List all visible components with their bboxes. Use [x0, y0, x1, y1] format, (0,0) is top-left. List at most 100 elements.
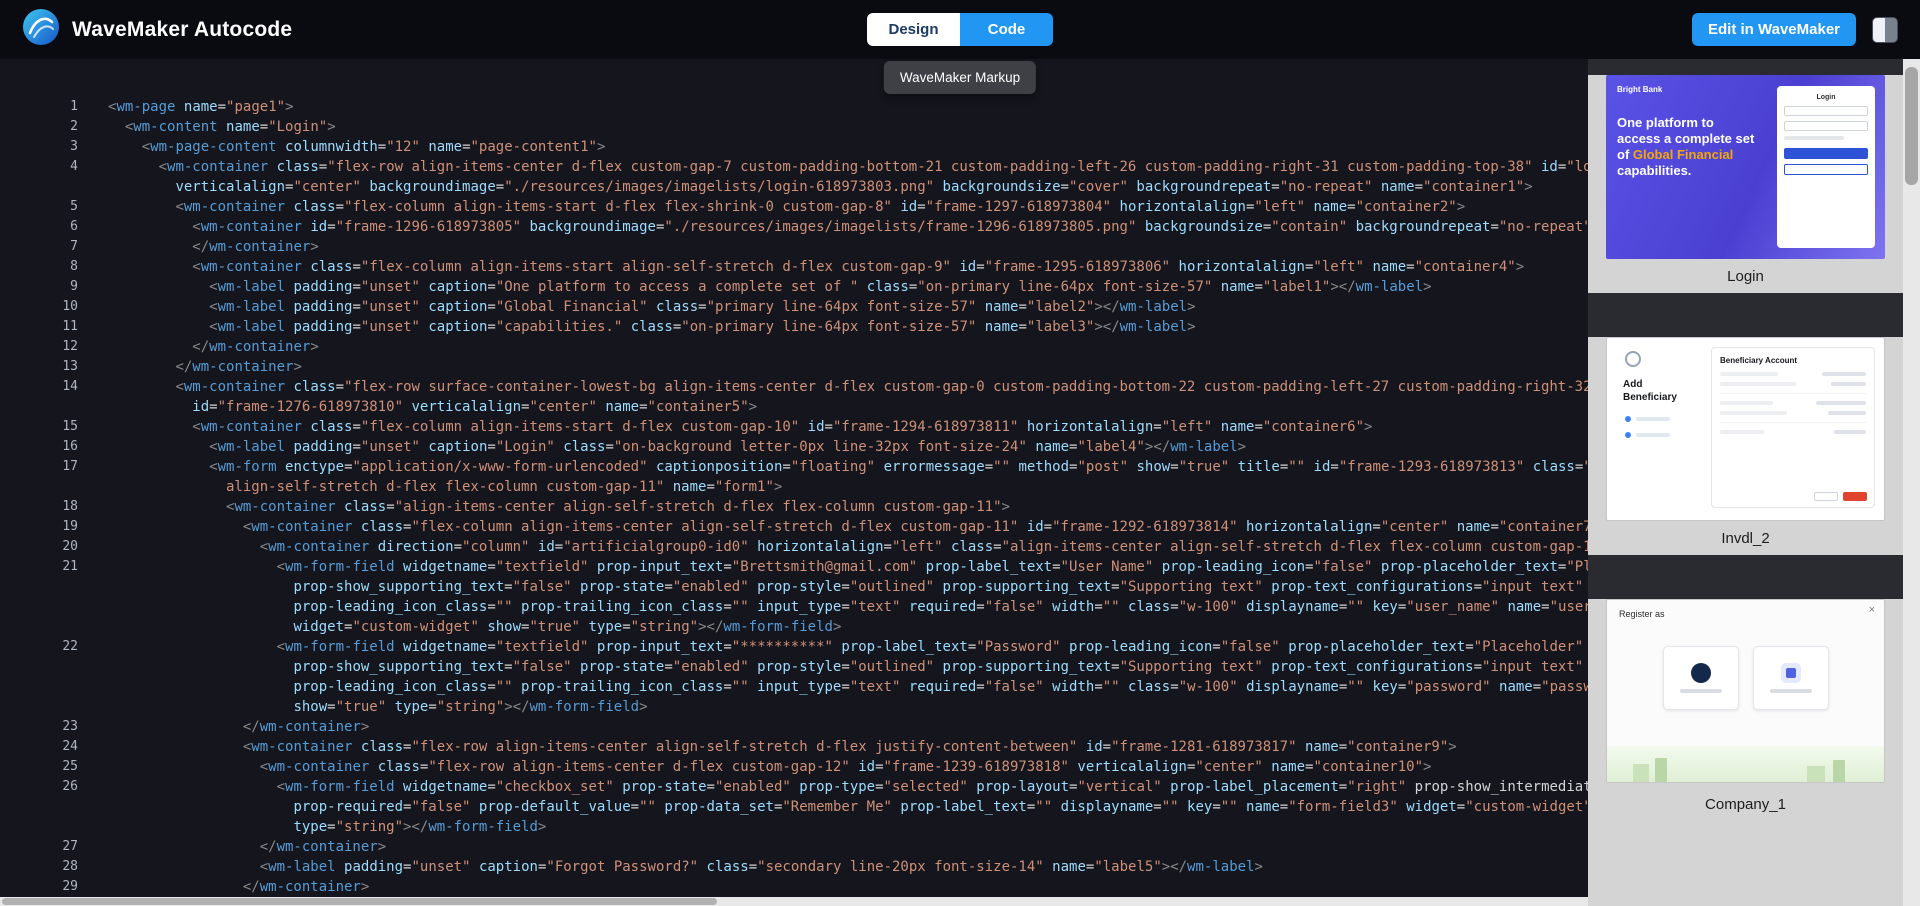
line-number: 17 [0, 457, 78, 477]
page-item-invdl2[interactable]: Add Beneficiary Beneficiary Account [1588, 337, 1903, 555]
horizontal-scrollbar[interactable] [0, 897, 1588, 906]
wavemaker-logo-icon [22, 8, 60, 51]
view-toggle: Design Code [867, 13, 1053, 46]
line-number: 19 [0, 517, 78, 537]
code-line: prop-leading_icon_class="" prop-trailing… [0, 597, 1588, 617]
thumb-button-bar [1784, 148, 1868, 159]
code-line: 12 </wm-container> [0, 337, 1588, 357]
sidebar-gap [1588, 555, 1903, 599]
line-number [0, 817, 78, 837]
thumb-input-bar [1784, 106, 1868, 116]
code-line: 15 <wm-container class="flex-column alig… [0, 417, 1588, 437]
thumb-stepper [1625, 416, 1670, 438]
line-number [0, 617, 78, 637]
stepper-bar [1636, 417, 1670, 421]
line-number: 8 [0, 257, 78, 277]
vertical-scrollbar-thumb[interactable] [1905, 67, 1918, 185]
code-line: type="string"></wm-form-field> [0, 817, 1588, 837]
page-item-login[interactable]: Bright Bank One platform to access a com… [1588, 75, 1903, 293]
code-line: 13 </wm-container> [0, 357, 1588, 377]
close-icon: × [1869, 604, 1875, 616]
code-editor[interactable]: 1<wm-page name="page1">2 <wm-content nam… [0, 59, 1588, 906]
code-line: 21 <wm-form-field widgetname="textfield"… [0, 557, 1588, 577]
code-line: 4 <wm-container class="flex-row align-it… [0, 157, 1588, 177]
brand: WaveMaker Autocode [22, 8, 292, 51]
code-line: 24 <wm-container class="flex-row align-i… [0, 737, 1588, 757]
line-number: 29 [0, 877, 78, 897]
line-number: 20 [0, 537, 78, 557]
code-line: 10 <wm-label padding="unset" caption="Gl… [0, 297, 1588, 317]
line-number: 22 [0, 637, 78, 657]
thumb-panel-actions [1814, 492, 1867, 501]
thumb-register-as-title: Register as [1619, 609, 1665, 619]
line-number: 3 [0, 137, 78, 157]
code-line: 6 <wm-container id="frame-1296-618973805… [0, 217, 1588, 237]
pages-sidebar: Bright Bank One platform to access a com… [1588, 59, 1903, 906]
markup-tooltip: WaveMaker Markup [884, 61, 1036, 94]
add-circle-icon [1625, 351, 1641, 367]
thumb-caption-bar [1680, 689, 1722, 693]
thumb-panel-row [1720, 411, 1866, 415]
line-number: 28 [0, 857, 78, 877]
line-number: 25 [0, 757, 78, 777]
line-number: 26 [0, 777, 78, 797]
line-number: 11 [0, 317, 78, 337]
tab-code[interactable]: Code [960, 13, 1053, 46]
code-line: 17 <wm-form enctype="application/x-www-f… [0, 457, 1588, 477]
line-number [0, 477, 78, 497]
code-line: 19 <wm-container class="flex-column alig… [0, 517, 1588, 537]
page-thumbnail-login[interactable]: Bright Bank One platform to access a com… [1606, 75, 1885, 259]
top-bar: WaveMaker Autocode Design Code Edit in W… [0, 0, 1920, 59]
headline-part2: capabilities. [1617, 163, 1691, 178]
thumb-login-card: Login [1777, 86, 1875, 248]
line-number: 13 [0, 357, 78, 377]
tab-design[interactable]: Design [867, 13, 960, 46]
line-number: 1 [0, 97, 78, 117]
line-number: 16 [0, 437, 78, 457]
edit-in-wavemaker-button[interactable]: Edit in WaveMaker [1692, 13, 1856, 46]
line-number: 24 [0, 737, 78, 757]
line-number: 15 [0, 417, 78, 437]
code-line: widget="custom-widget" show="true" type=… [0, 617, 1588, 637]
page-label-invdl2: Invdl_2 [1606, 521, 1885, 555]
main-area: 1<wm-page name="page1">2 <wm-content nam… [0, 59, 1920, 906]
thumb-company-card [1753, 646, 1829, 710]
page-thumbnail-company1[interactable]: Register as × [1606, 599, 1885, 783]
code-line: verticalalign="center" backgroundimage="… [0, 177, 1588, 197]
thumb-panel-row [1720, 430, 1866, 434]
thumb-panel-divider [1720, 422, 1866, 423]
code-line: prop-show_supporting_text="false" prop-s… [0, 577, 1588, 597]
thumb-individual-card [1663, 646, 1739, 710]
code-line: 25 <wm-container class="flex-row align-i… [0, 757, 1588, 777]
code-line: 22 <wm-form-field widgetname="textfield"… [0, 637, 1588, 657]
vertical-scrollbar[interactable] [1903, 59, 1920, 906]
line-number: 23 [0, 717, 78, 737]
line-number: 7 [0, 237, 78, 257]
stepper-dot-icon [1625, 416, 1631, 422]
thumb-beneficiary-panel: Beneficiary Account [1711, 347, 1875, 508]
thumb-outline-button-bar [1784, 164, 1868, 175]
horizontal-scrollbar-thumb[interactable] [2, 898, 717, 905]
stepper-row [1625, 416, 1670, 422]
line-number [0, 697, 78, 717]
panel-toggle-icon[interactable] [1872, 17, 1898, 43]
page-item-company1[interactable]: Register as × Compan [1588, 599, 1903, 906]
line-number: 10 [0, 297, 78, 317]
thumb-back-button [1814, 492, 1838, 501]
line-number: 9 [0, 277, 78, 297]
line-number: 18 [0, 497, 78, 517]
line-number: 14 [0, 377, 78, 397]
page-thumbnail-invdl2[interactable]: Add Beneficiary Beneficiary Account [1606, 337, 1885, 521]
page-label-company1: Company_1 [1606, 783, 1885, 906]
building-shape [1633, 764, 1649, 782]
code-line: prop-required="false" prop-default_value… [0, 797, 1588, 817]
thumb-headline: One platform to access a complete set of… [1617, 115, 1757, 179]
line-number [0, 657, 78, 677]
thumb-panel-row [1720, 382, 1866, 386]
header-actions: Edit in WaveMaker [1692, 13, 1898, 46]
code-line: 3 <wm-page-content columnwidth="12" name… [0, 137, 1588, 157]
building-shape [1655, 758, 1667, 782]
thumb-add-beneficiary-title: Add Beneficiary [1623, 378, 1687, 404]
code-line: align-self-stretch d-flex flex-column cu… [0, 477, 1588, 497]
thumb-panel-title: Beneficiary Account [1720, 356, 1866, 365]
